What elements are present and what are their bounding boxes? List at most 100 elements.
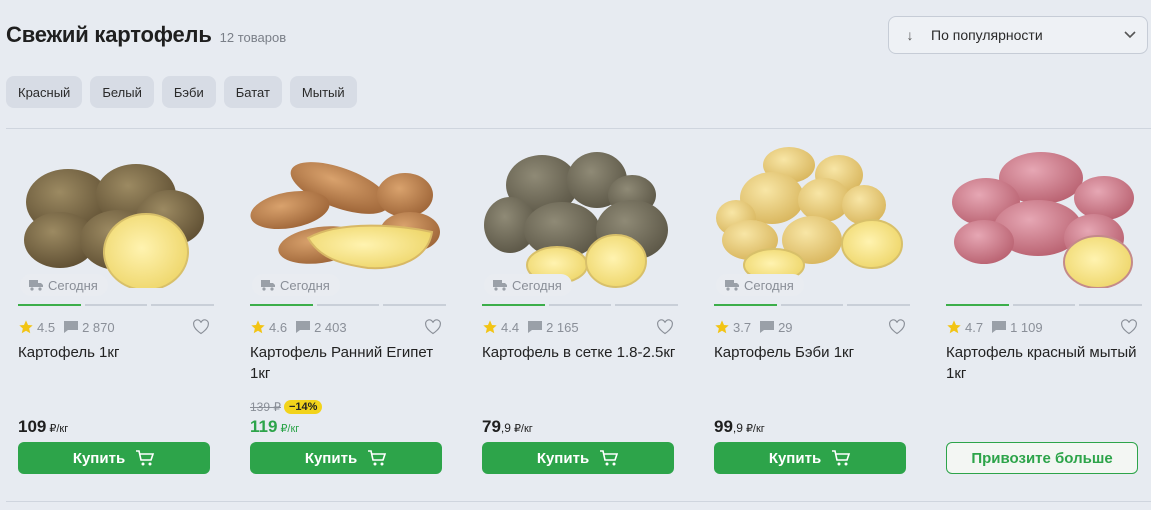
product-image[interactable] xyxy=(250,140,446,288)
rating-value: 4.7 xyxy=(965,319,984,335)
image-pager xyxy=(18,304,215,306)
price-unit: ₽/кг xyxy=(280,423,300,435)
buy-button[interactable]: Купить xyxy=(250,442,442,474)
delivery-label: Сегодня xyxy=(280,277,330,293)
delivery-badge: Сегодня xyxy=(484,274,572,296)
chip-white[interactable]: Белый xyxy=(90,76,154,108)
delivery-truck-icon xyxy=(261,280,275,291)
product-name[interactable]: Картофель в сетке 1.8-2.5кг xyxy=(482,342,678,363)
star-icon xyxy=(19,320,33,334)
price-integer: 109 xyxy=(18,417,47,436)
delivery-badge: Сегодня xyxy=(716,274,804,296)
notify-more-button[interactable]: Привозите больше xyxy=(946,442,1138,474)
product-name[interactable]: Картофель Бэби 1кг xyxy=(714,342,910,363)
chip-washed[interactable]: Мытый xyxy=(289,76,357,108)
buy-label: Купить xyxy=(304,449,358,467)
page-title: Свежий картофель xyxy=(6,22,212,47)
product-meta: 3.7 29 xyxy=(714,318,910,336)
price-unit: ₽/кг xyxy=(513,423,533,435)
price-integer: 99 xyxy=(714,417,733,436)
rating-value: 3.7 xyxy=(733,319,752,335)
buy-label: Купить xyxy=(536,449,590,467)
comment-icon xyxy=(296,321,311,333)
cart-icon xyxy=(368,450,387,466)
product-price: 99,9 ₽/кг xyxy=(714,417,765,437)
heart-icon[interactable] xyxy=(1120,319,1138,335)
price-unit: ₽/кг xyxy=(49,423,69,435)
buy-button[interactable]: Купить xyxy=(482,442,674,474)
price-fraction: ,9 xyxy=(732,421,743,435)
delivery-label: Сегодня xyxy=(48,277,98,293)
delivery-truck-icon xyxy=(493,280,507,291)
divider xyxy=(6,128,1151,129)
comment-icon xyxy=(64,321,79,333)
star-icon xyxy=(947,320,961,334)
comment-icon xyxy=(992,321,1007,333)
rating-value: 4.4 xyxy=(501,319,520,335)
product-image[interactable] xyxy=(482,140,678,288)
price-fraction: ,9 xyxy=(500,421,511,435)
product-name[interactable]: Картофель красный мытый 1кг xyxy=(946,342,1142,384)
product-card[interactable]: Сегодня 4.5 2 870 Картофель 1кг 109 ₽/кг … xyxy=(18,140,215,480)
old-price-value: 139 ₽ xyxy=(250,400,281,414)
old-price: 139 ₽ −14% xyxy=(250,400,323,414)
delivery-truck-icon xyxy=(29,280,43,291)
image-pager xyxy=(250,304,447,306)
product-price: 119 ₽/кг xyxy=(250,417,299,437)
star-icon xyxy=(483,320,497,334)
filter-chips: Красный Белый Бэби Батат Мытый xyxy=(6,76,357,108)
product-image[interactable] xyxy=(714,140,910,288)
buy-button[interactable]: Купить xyxy=(714,442,906,474)
review-count: 1 109 xyxy=(1010,319,1043,335)
comment-icon xyxy=(760,321,775,333)
image-pager xyxy=(482,304,679,306)
cart-icon xyxy=(600,450,619,466)
product-price: 79,9 ₽/кг xyxy=(482,417,533,437)
sort-label: По популярности xyxy=(931,27,1043,43)
product-card[interactable]: Сегодня 4.6 2 403 Картофель Ранний Египе… xyxy=(250,140,447,480)
delivery-truck-icon xyxy=(725,280,739,291)
product-card[interactable]: Сегодня 3.7 29 Картофель Бэби 1кг 99,9 ₽/… xyxy=(714,140,911,480)
product-card[interactable]: 4.7 1 109 Картофель красный мытый 1кг Пр… xyxy=(946,140,1143,480)
sort-dropdown[interactable]: ↓ По популярности xyxy=(888,16,1148,54)
heart-icon[interactable] xyxy=(424,319,442,335)
image-pager xyxy=(946,304,1143,306)
price-unit: ₽/кг xyxy=(745,423,765,435)
divider xyxy=(6,501,1151,502)
product-meta: 4.5 2 870 xyxy=(18,318,214,336)
heart-icon[interactable] xyxy=(656,319,674,335)
buy-label: Купить xyxy=(768,449,822,467)
product-meta: 4.6 2 403 xyxy=(250,318,446,336)
cart-icon xyxy=(832,450,851,466)
heart-icon[interactable] xyxy=(192,319,210,335)
rating-value: 4.6 xyxy=(269,319,288,335)
review-count: 2 403 xyxy=(314,319,347,335)
product-card[interactable]: Сегодня 4.4 2 165 Картофель в сетке 1.8-… xyxy=(482,140,679,480)
buy-button[interactable]: Купить xyxy=(18,442,210,474)
product-meta: 4.4 2 165 xyxy=(482,318,678,336)
comment-icon xyxy=(528,321,543,333)
product-image[interactable] xyxy=(18,140,214,288)
product-count: 12 товаров xyxy=(219,30,287,45)
delivery-badge: Сегодня xyxy=(252,274,340,296)
page-header: Свежий картофель 12 товаров xyxy=(6,22,286,48)
discount-badge: −14% xyxy=(284,400,323,414)
delivery-label: Сегодня xyxy=(744,277,794,293)
heart-icon[interactable] xyxy=(888,319,906,335)
sort-arrow-icon: ↓ xyxy=(906,27,914,43)
price-integer: 119 xyxy=(250,417,278,436)
review-count: 2 870 xyxy=(82,319,115,335)
chip-red[interactable]: Красный xyxy=(6,76,83,108)
product-name[interactable]: Картофель Ранний Египет 1кг xyxy=(250,342,446,384)
chip-baby[interactable]: Бэби xyxy=(161,76,216,108)
product-image[interactable] xyxy=(946,140,1142,288)
chip-batat[interactable]: Батат xyxy=(223,76,282,108)
image-pager xyxy=(714,304,911,306)
notify-more-label: Привозите больше xyxy=(971,449,1113,467)
delivery-badge: Сегодня xyxy=(20,274,108,296)
review-count: 29 xyxy=(778,319,793,335)
price-integer: 79 xyxy=(482,417,501,436)
product-name[interactable]: Картофель 1кг xyxy=(18,342,214,363)
delivery-label: Сегодня xyxy=(512,277,562,293)
buy-label: Купить xyxy=(72,449,126,467)
